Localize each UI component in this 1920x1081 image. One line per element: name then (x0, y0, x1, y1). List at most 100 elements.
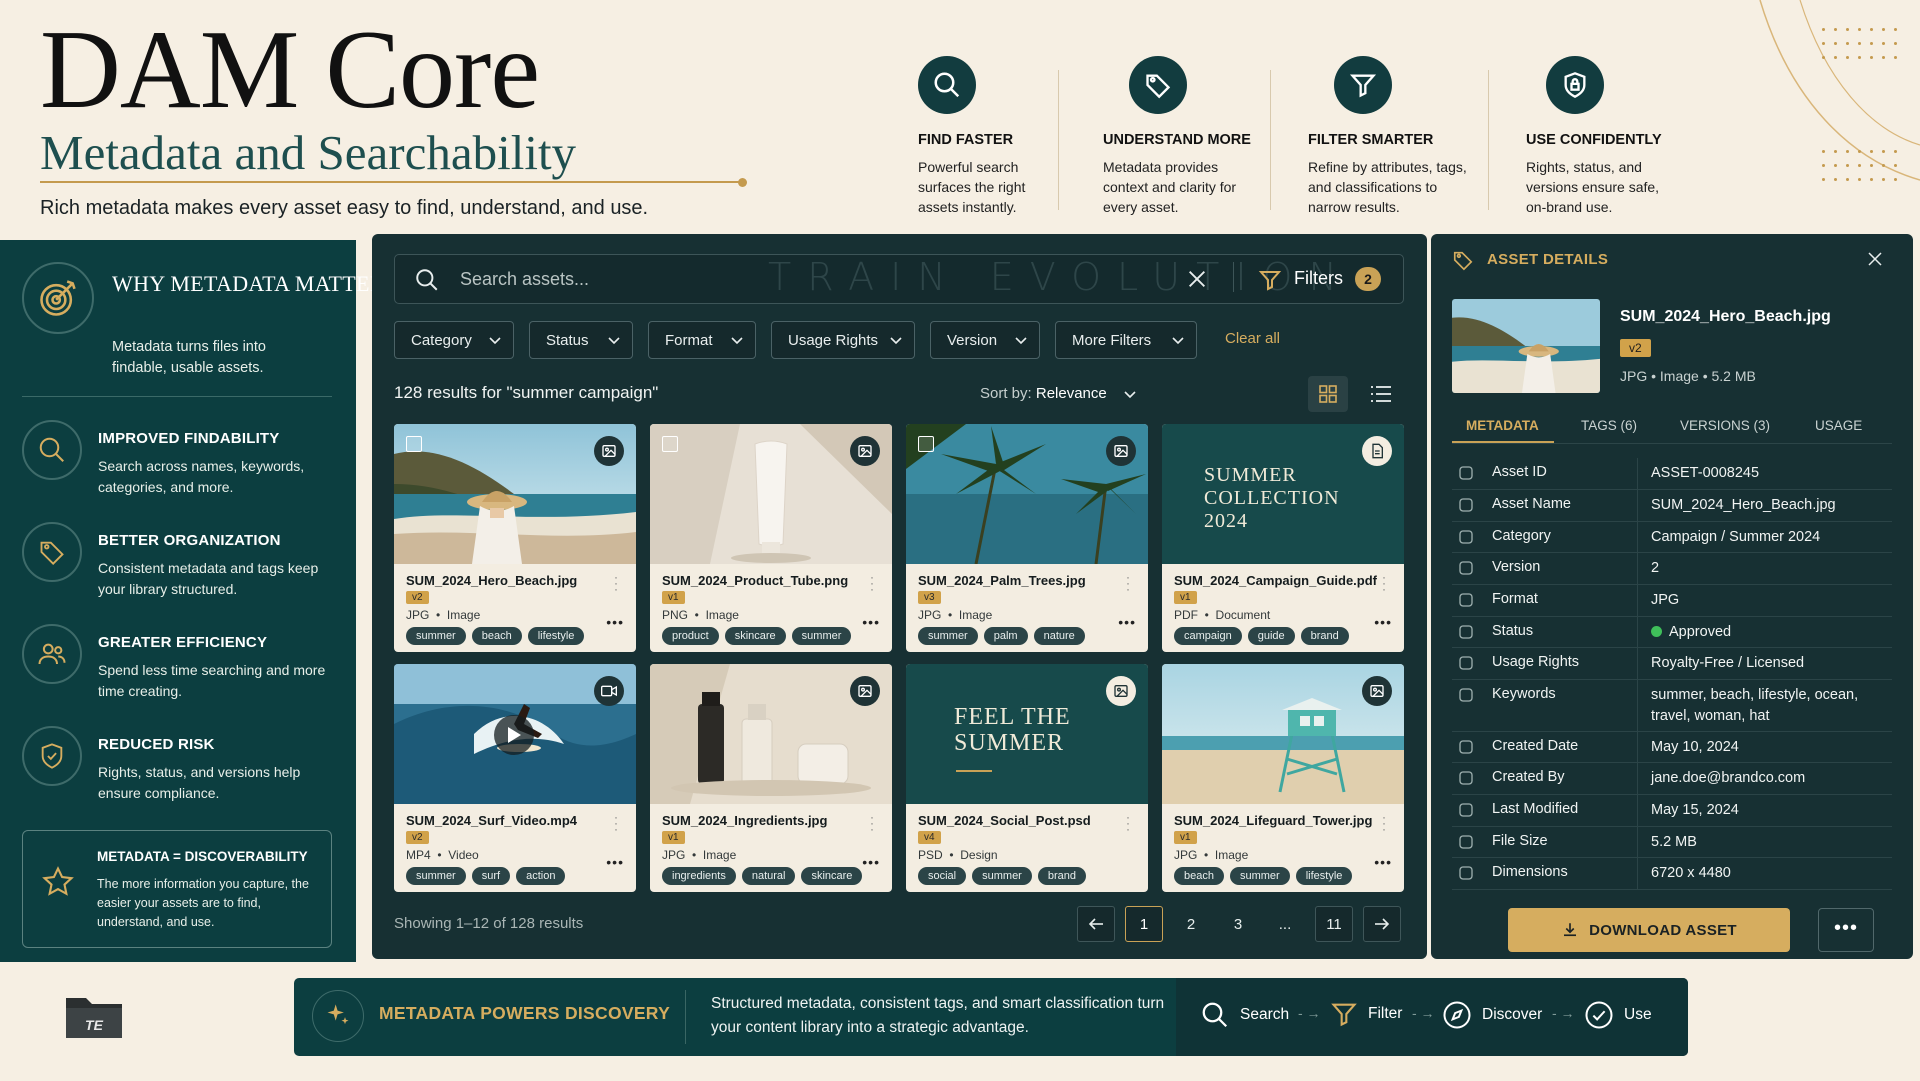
tag-chip[interactable]: surf (471, 867, 511, 885)
kebab-icon[interactable]: · · · (1126, 811, 1130, 835)
kebab-icon[interactable]: · · · (614, 571, 618, 595)
page-tagline: Rich metadata makes every asset easy to … (40, 197, 649, 219)
select-checkbox[interactable] (406, 436, 422, 452)
tag-chip[interactable]: ingredients (662, 867, 736, 885)
tag-chip[interactable]: action (516, 867, 566, 885)
asset-card[interactable]: SUM_2024_Palm_Trees.jpg · · · v3 JPG • Ima… (906, 424, 1148, 652)
tag-chip[interactable]: lifestyle (527, 627, 585, 645)
decorative-dot (1870, 42, 1873, 45)
tab-tags[interactable]: TAGS (6) (1581, 418, 1637, 433)
chevron-down-icon[interactable] (1124, 390, 1136, 400)
tag-chip[interactable]: brand (1300, 627, 1349, 645)
asset-name: SUM_2024_Social_Post.psd (918, 813, 1091, 828)
asset-name: SUM_2024_Product_Tube.png (662, 573, 849, 588)
select-checkbox[interactable] (918, 436, 934, 452)
feature-desc: Powerful search surfaces the right asset… (918, 159, 1026, 215)
filter-format[interactable]: Format (648, 321, 756, 359)
more-actions-button[interactable]: ••• (1818, 908, 1874, 952)
tag-chip[interactable]: summer (406, 627, 466, 645)
kebab-icon[interactable]: · · · (870, 811, 874, 835)
next-page-button[interactable] (1363, 906, 1401, 942)
filter-status[interactable]: Status (529, 321, 633, 359)
tag-chip[interactable]: social (918, 867, 967, 885)
funnel-icon (1331, 1003, 1357, 1027)
tag-chip[interactable]: palm (983, 627, 1028, 645)
page-button[interactable]: 1 (1125, 906, 1163, 942)
search-input[interactable]: Search assets... (460, 269, 589, 290)
asset-card[interactable]: FEEL THE SUMMER SUM_2024_Social_Post.psd… (906, 664, 1148, 892)
page-button[interactable]: 3 (1219, 906, 1257, 942)
filter-count-badge: 2 (1355, 267, 1381, 291)
kebab-icon[interactable]: · · · (1382, 571, 1386, 595)
sort-dropdown[interactable]: Sort by: Relevance (980, 385, 1107, 402)
asset-card[interactable]: SUM_2024_Ingredients.jpg · · · v1 JPG • Im… (650, 664, 892, 892)
filter-usage-rights[interactable]: Usage Rights (771, 321, 915, 359)
clock-icon (1459, 803, 1473, 817)
funnel-icon[interactable] (1258, 268, 1282, 292)
more-options-button[interactable]: ••• (1374, 854, 1392, 870)
kebab-icon[interactable]: · · · (1382, 811, 1386, 835)
tag-chip[interactable]: campaign (1174, 627, 1242, 645)
grid-view-button[interactable] (1308, 376, 1348, 412)
asset-card[interactable]: SUM_2024_Surf_Video.mp4 · · · v2 MP4 • Vid… (394, 664, 636, 892)
more-options-button[interactable]: ••• (606, 854, 624, 870)
kebab-icon[interactable]: · · · (870, 571, 874, 595)
asset-card[interactable]: SUM_2024_Lifeguard_Tower.jpg · · · v1 JPG … (1162, 664, 1404, 892)
filter-more[interactable]: More Filters (1055, 321, 1197, 359)
tag-chip[interactable]: guide (1247, 627, 1295, 645)
close-icon[interactable] (1866, 250, 1884, 268)
clear-all-link[interactable]: Clear all (1225, 330, 1280, 347)
flow-step-filter: Filter (1330, 1000, 1402, 1028)
decorative-arcs (1759, 0, 1920, 181)
asset-card[interactable]: SUM_2024_Product_Tube.png · · · v1 PNG • I… (650, 424, 892, 652)
tag-chip[interactable]: summer (791, 627, 852, 645)
more-options-button[interactable]: ••• (1374, 614, 1392, 630)
decorative-dot (1834, 178, 1837, 181)
tag-chip[interactable]: summer (918, 627, 978, 645)
tag-chip[interactable]: lifestyle (1295, 867, 1353, 885)
metadata-row: Status Approved (1452, 617, 1892, 648)
page-button[interactable]: 2 (1172, 906, 1210, 942)
tag-chip[interactable]: summer (1229, 867, 1290, 885)
clear-search-icon[interactable] (1186, 268, 1208, 290)
history-icon (1459, 561, 1473, 575)
feature-understand-more: UNDERSTAND MORE Metadata provides contex… (1103, 56, 1303, 217)
decorative-dot (1858, 150, 1861, 153)
asset-card[interactable]: SUM_2024_Hero_Beach.jpg · · · v2 JPG • Ima… (394, 424, 636, 652)
asset-type: Image (1214, 848, 1249, 862)
previous-page-button[interactable] (1077, 906, 1115, 942)
kebab-icon[interactable]: · · · (614, 811, 618, 835)
tag-chip[interactable]: beach (471, 627, 522, 645)
more-options-button[interactable]: ••• (1118, 614, 1136, 630)
tag-chip[interactable]: brand (1037, 867, 1086, 885)
filter-version[interactable]: Version (930, 321, 1040, 359)
play-icon[interactable] (494, 715, 534, 755)
select-checkbox[interactable] (662, 436, 678, 452)
tag-chip[interactable]: natural (741, 867, 796, 885)
filter-category[interactable]: Category (394, 321, 514, 359)
asset-tags: summer surf action (406, 867, 566, 885)
asset-card[interactable]: SUMMER COLLECTION 2024 SUM_2024_Campaign… (1162, 424, 1404, 652)
filters-button[interactable]: Filters (1294, 268, 1343, 289)
list-view-icon[interactable] (1370, 384, 1392, 404)
tag-chip[interactable]: nature (1033, 627, 1085, 645)
row-divider (1637, 522, 1638, 552)
more-options-button[interactable]: ••• (606, 614, 624, 630)
tag-chip[interactable]: summer (406, 867, 466, 885)
tab-metadata[interactable]: METADATA (1466, 418, 1539, 433)
tag-chip[interactable]: skincare (801, 867, 863, 885)
tag-chip[interactable]: beach (1174, 867, 1224, 885)
chevron-down-icon (608, 337, 620, 345)
more-options-button[interactable]: ••• (862, 854, 880, 870)
download-asset-button[interactable]: DOWNLOAD ASSET (1508, 908, 1790, 952)
page-button[interactable]: 11 (1315, 906, 1353, 942)
kebab-icon[interactable]: · · · (1126, 571, 1130, 595)
tab-versions[interactable]: VERSIONS (3) (1680, 418, 1770, 433)
tab-usage[interactable]: USAGE (1815, 418, 1862, 433)
tag-chip[interactable]: summer (972, 867, 1032, 885)
metadata-value: May 15, 2024 (1651, 802, 1739, 818)
more-options-button[interactable]: ••• (862, 614, 880, 630)
search-icon[interactable] (414, 267, 440, 293)
tag-chip[interactable]: skincare (724, 627, 786, 645)
tag-chip[interactable]: product (662, 627, 719, 645)
